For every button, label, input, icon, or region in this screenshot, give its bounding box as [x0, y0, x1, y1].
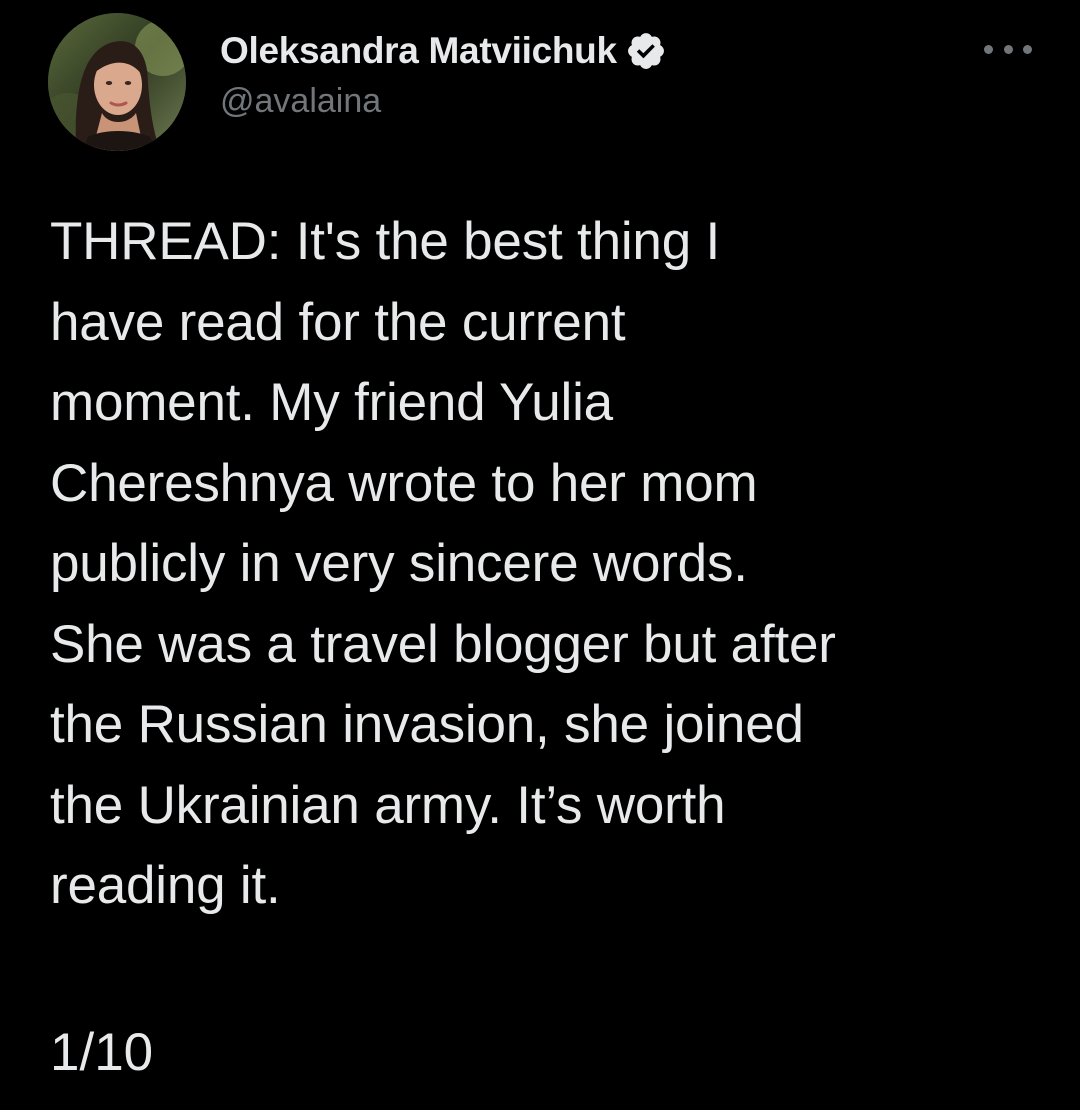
tweet-text: THREAD: It's the best thing I have read … — [50, 212, 836, 915]
handle[interactable]: @avalaina — [220, 82, 667, 121]
author-block: Oleksandra Matviichuk @avalaina — [220, 26, 667, 121]
name-row: Oleksandra Matviichuk — [220, 26, 667, 76]
more-dot — [984, 44, 993, 54]
thread-position: 1/10 — [50, 1023, 154, 1082]
more-dot — [1003, 44, 1013, 54]
more-options-icon[interactable] — [984, 34, 1032, 64]
tweet: Oleksandra Matviichuk @avalaina THREAD: … — [0, 0, 1080, 1110]
profile-photo-icon — [48, 13, 186, 151]
more-dot — [1023, 44, 1032, 54]
verified-badge-icon — [625, 30, 667, 72]
display-name[interactable]: Oleksandra Matviichuk — [220, 30, 617, 72]
avatar[interactable] — [48, 13, 186, 151]
